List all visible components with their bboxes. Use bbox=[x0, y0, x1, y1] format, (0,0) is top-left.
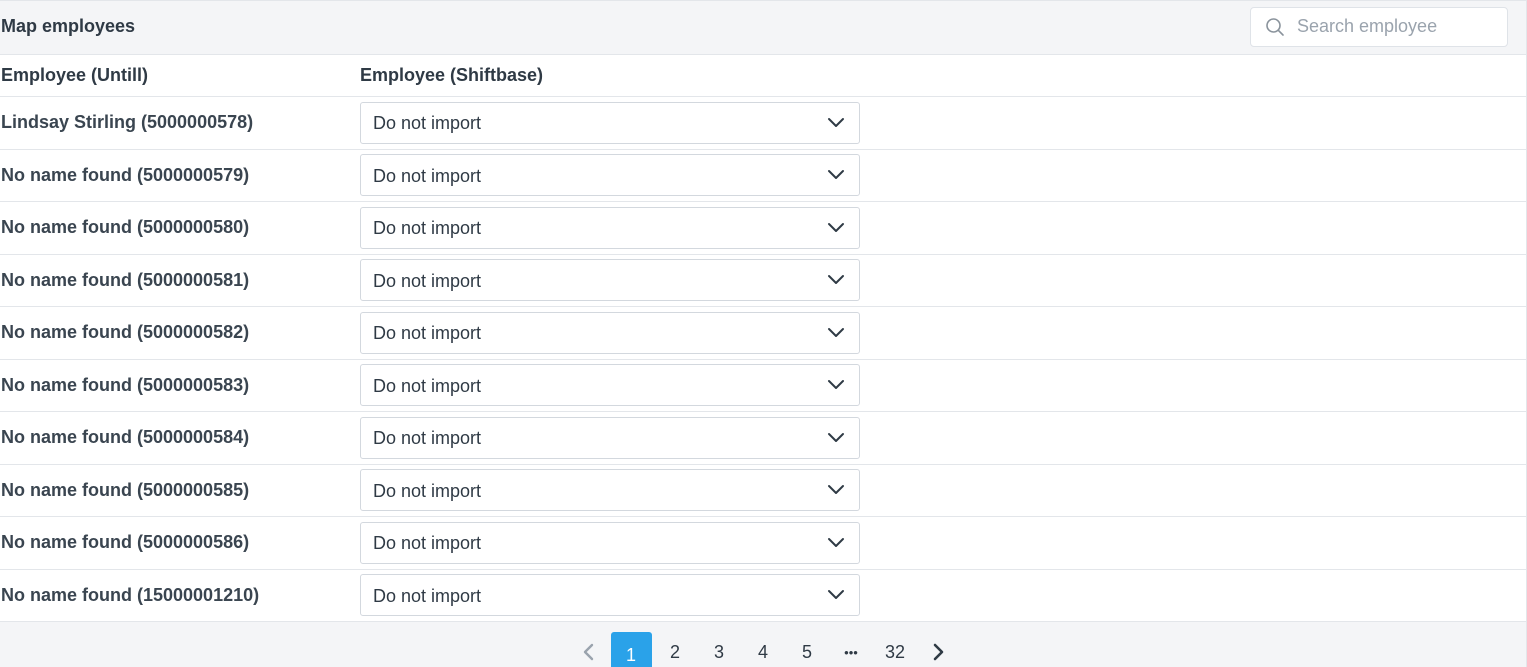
table-header: Employee (Untill) Employee (Shiftbase) bbox=[0, 55, 1526, 97]
table-row: No name found (5000000586) Do not import bbox=[0, 517, 1526, 570]
select-value: Do not import bbox=[373, 323, 482, 344]
pagination-pages: 1 2 3 4 5 ••• 32 bbox=[609, 612, 917, 667]
column-header-shiftbase: Employee (Shiftbase) bbox=[360, 65, 544, 85]
employee-untill-name: No name found (5000000585) bbox=[1, 479, 250, 500]
chevron-down-icon bbox=[828, 327, 844, 337]
chevron-down-icon bbox=[828, 432, 844, 442]
chevron-down-icon bbox=[828, 275, 844, 285]
select-value: Do not import bbox=[373, 375, 482, 396]
chevron-down-icon bbox=[828, 590, 844, 600]
select-value: Do not import bbox=[373, 218, 482, 239]
page-title: Map employees bbox=[1, 16, 136, 36]
search-box[interactable] bbox=[1250, 6, 1508, 47]
employee-shiftbase-select[interactable]: Do not import bbox=[360, 416, 860, 459]
map-employees-panel: Map employees Employee (Untill) Employee… bbox=[0, 0, 1527, 667]
pagination-page-32[interactable]: 32 bbox=[875, 632, 916, 667]
table-row: No name found (5000000585) Do not import bbox=[0, 465, 1526, 517]
employee-shiftbase-select[interactable]: Do not import bbox=[360, 521, 860, 564]
pagination-page-4[interactable]: 4 bbox=[743, 632, 784, 667]
employee-shiftbase-select[interactable]: Do not import bbox=[360, 154, 860, 197]
employee-shiftbase-select[interactable]: Do not import bbox=[360, 206, 860, 249]
employee-list: Lindsay Stirling (5000000578) Do not impo… bbox=[0, 97, 1526, 622]
table-row: No name found (5000000579) Do not import bbox=[0, 150, 1526, 202]
table-row: No name found (5000000580) Do not import bbox=[0, 202, 1526, 255]
chevron-down-icon bbox=[828, 485, 844, 495]
employee-untill-name: Lindsay Stirling (5000000578) bbox=[1, 112, 254, 133]
select-value: Do not import bbox=[373, 428, 482, 449]
table-row: Lindsay Stirling (5000000578) Do not impo… bbox=[0, 97, 1526, 150]
table-row: No name found (5000000584) Do not import bbox=[0, 412, 1526, 465]
chevron-down-icon bbox=[828, 170, 844, 180]
chevron-down-icon bbox=[828, 117, 844, 127]
chevron-down-icon bbox=[828, 380, 844, 390]
employee-untill-name: No name found (5000000582) bbox=[1, 322, 250, 343]
employee-untill-name: No name found (5000000586) bbox=[1, 532, 250, 553]
table-row: No name found (5000000581) Do not import bbox=[0, 255, 1526, 307]
employee-untill-name: No name found (5000000579) bbox=[1, 164, 250, 185]
pagination-ellipsis: ••• bbox=[844, 644, 858, 660]
pagination-prev-button[interactable] bbox=[570, 632, 608, 667]
select-value: Do not import bbox=[373, 165, 482, 186]
pagination-page-2[interactable]: 2 bbox=[655, 632, 696, 667]
select-value: Do not import bbox=[373, 480, 482, 501]
pagination-page-3[interactable]: 3 bbox=[699, 632, 740, 667]
employee-untill-name: No name found (5000000583) bbox=[1, 374, 250, 395]
select-value: Do not import bbox=[373, 270, 482, 291]
chevron-left-icon bbox=[583, 643, 593, 661]
employee-untill-name: No name found (5000000581) bbox=[1, 269, 250, 290]
employee-shiftbase-select[interactable]: Do not import bbox=[360, 364, 860, 407]
search-icon bbox=[1266, 17, 1284, 36]
pagination-page-5[interactable]: 5 bbox=[787, 632, 828, 667]
chevron-down-icon bbox=[828, 537, 844, 547]
chevron-down-icon bbox=[828, 222, 844, 232]
search-input[interactable] bbox=[1297, 16, 1487, 37]
table-row: No name found (5000000583) Do not import bbox=[0, 360, 1526, 412]
employee-shiftbase-select[interactable]: Do not import bbox=[360, 101, 860, 144]
employee-shiftbase-select[interactable]: Do not import bbox=[360, 469, 860, 512]
employee-shiftbase-select[interactable]: Do not import bbox=[360, 574, 860, 617]
chevron-right-icon bbox=[933, 643, 943, 661]
select-value: Do not import bbox=[373, 585, 482, 606]
column-header-untill: Employee (Untill) bbox=[1, 65, 149, 85]
employee-untill-name: No name found (5000000580) bbox=[1, 217, 250, 238]
panel-header: Map employees bbox=[0, 1, 1526, 55]
employee-shiftbase-select[interactable]: Do not import bbox=[360, 311, 860, 354]
table-row: No name found (5000000582) Do not import bbox=[0, 307, 1526, 360]
select-value: Do not import bbox=[373, 533, 482, 554]
employee-shiftbase-select[interactable]: Do not import bbox=[360, 259, 860, 302]
select-value: Do not import bbox=[373, 113, 482, 134]
pagination: 1 2 3 4 5 ••• 32 bbox=[0, 622, 1526, 667]
employee-untill-name: No name found (5000000584) bbox=[1, 427, 250, 448]
pagination-page-1[interactable]: 1 bbox=[610, 632, 652, 667]
pagination-next-button[interactable] bbox=[919, 632, 957, 667]
employee-untill-name: No name found (15000001210) bbox=[1, 584, 260, 605]
